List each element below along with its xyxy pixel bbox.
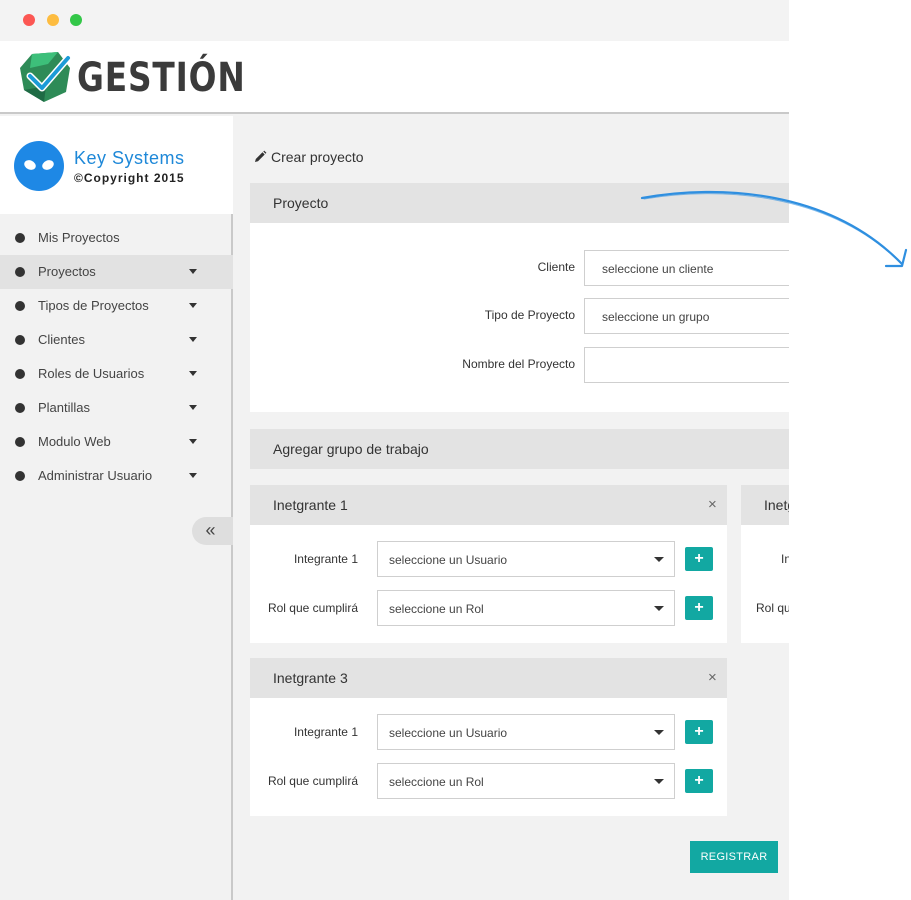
integrante-label: In <box>781 552 789 566</box>
tipo-proyecto-select-value: seleccione un grupo <box>602 310 710 324</box>
sidebar-item-label: Administrar Usuario <box>38 468 153 483</box>
sidebar-item-modulo-web[interactable]: Modulo Web <box>0 425 233 459</box>
sidebar-item-label: Plantillas <box>38 400 91 415</box>
usuario-select-value: seleccione un Usuario <box>389 726 508 740</box>
sidebar-item-label: Roles de Usuarios <box>38 366 145 381</box>
app-window: GESTIÓN Key Systems ©Copyright 2015 Mis … <box>0 0 789 900</box>
sidebar-item-administrar-usuario[interactable]: Administrar Usuario <box>0 459 233 493</box>
app-header: GESTIÓN <box>0 41 789 114</box>
close-icon[interactable]: × <box>708 496 717 513</box>
caret-down-icon <box>654 730 664 735</box>
tipo-proyecto-label: Tipo de Proyecto <box>484 308 575 322</box>
page-title-text: Crear proyecto <box>271 149 364 165</box>
integrante-card-header: Inetg <box>741 485 789 525</box>
card-title: Inetg <box>764 497 789 513</box>
section-title: Proyecto <box>273 195 329 211</box>
sidebar-item-label: Clientes <box>38 332 85 347</box>
caret-down-icon <box>189 337 197 342</box>
bullet-icon <box>15 335 25 345</box>
card-title: Inetgrante 3 <box>273 670 348 686</box>
integrante-card-body: Integrante 1 seleccione un Usuario + Rol… <box>250 698 727 816</box>
rol-select-value: seleccione un Rol <box>389 775 484 789</box>
sidebar-item-proyectos[interactable]: Proyectos <box>0 255 233 289</box>
rol-label: Rol que cumplirá <box>267 601 358 615</box>
close-window-button[interactable] <box>23 14 35 26</box>
sidebar: Key Systems ©Copyright 2015 Mis Proyecto… <box>0 116 233 900</box>
register-button[interactable]: REGISTRAR <box>690 841 778 873</box>
tipo-proyecto-select[interactable]: seleccione un grupo <box>584 298 789 334</box>
integrante-card-header: Inetgrante 1 × <box>250 485 727 525</box>
sidebar-item-clientes[interactable]: Clientes <box>0 323 233 357</box>
pencil-icon <box>255 150 267 162</box>
integrante-label: Integrante 1 <box>293 725 358 739</box>
usuario-select[interactable]: seleccione un Usuario <box>377 714 675 750</box>
brand-logo-icon <box>14 141 64 191</box>
add-usuario-button[interactable]: + <box>685 547 713 571</box>
bullet-icon <box>15 471 25 481</box>
integrante-label: Integrante 1 <box>293 552 358 566</box>
curved-arrow-icon <box>640 190 908 268</box>
rol-select[interactable]: seleccione un Rol <box>377 590 675 626</box>
bullet-icon <box>15 267 25 277</box>
sidebar-item-plantillas[interactable]: Plantillas <box>0 391 233 425</box>
add-usuario-button[interactable]: + <box>685 720 713 744</box>
logo-check-icon <box>20 52 72 102</box>
caret-down-icon <box>189 303 197 308</box>
caret-down-icon <box>654 557 664 562</box>
add-rol-button[interactable]: + <box>685 596 713 620</box>
sidebar-item-label: Mis Proyectos <box>38 230 120 245</box>
usuario-select[interactable]: seleccione un Usuario <box>377 541 675 577</box>
integrante-card-body: Integrante 1 seleccione un Usuario + Rol… <box>250 525 727 643</box>
rol-label: Rol qu <box>756 601 789 615</box>
card-title: Inetgrante 1 <box>273 497 348 513</box>
integrante-card-body: In Rol qu <box>741 525 789 643</box>
window-titlebar <box>0 0 789 41</box>
bullet-icon <box>15 301 25 311</box>
logo-wordmark: GESTIÓN <box>77 55 246 101</box>
sidebar-nav: Mis Proyectos Proyectos Tipos de Proyect… <box>0 221 233 493</box>
sidebar-item-roles-de-usuarios[interactable]: Roles de Usuarios <box>0 357 233 391</box>
caret-down-icon <box>189 473 197 478</box>
sidebar-item-label: Modulo Web <box>38 434 111 449</box>
collapse-sidebar-button[interactable]: « <box>192 517 233 545</box>
page-title: Crear proyecto <box>253 149 364 165</box>
sidebar-item-mis-proyectos[interactable]: Mis Proyectos <box>0 221 233 255</box>
caret-down-icon <box>189 269 197 274</box>
bullet-icon <box>15 369 25 379</box>
caret-down-icon <box>189 405 197 410</box>
sidebar-item-tipos-de-proyectos[interactable]: Tipos de Proyectos <box>0 289 233 323</box>
sidebar-item-label: Tipos de Proyectos <box>38 298 149 313</box>
nombre-proyecto-input[interactable] <box>584 347 789 383</box>
grupo-section-header: Agregar grupo de trabajo <box>250 429 789 469</box>
caret-down-icon <box>189 371 197 376</box>
caret-down-icon <box>654 606 664 611</box>
section-title: Agregar grupo de trabajo <box>273 441 429 457</box>
caret-down-icon <box>189 439 197 444</box>
minimize-window-button[interactable] <box>47 14 59 26</box>
add-rol-button[interactable]: + <box>685 769 713 793</box>
integrante-card-header: Inetgrante 3 × <box>250 658 727 698</box>
bullet-icon <box>15 233 25 243</box>
bullet-icon <box>15 437 25 447</box>
cliente-label: Cliente <box>537 260 575 274</box>
brand-name: Key Systems <box>74 148 185 168</box>
brand-block: Key Systems ©Copyright 2015 <box>0 116 233 214</box>
rol-select[interactable]: seleccione un Rol <box>377 763 675 799</box>
sidebar-item-label: Proyectos <box>38 264 96 279</box>
caret-down-icon <box>654 779 664 784</box>
usuario-select-value: seleccione un Usuario <box>389 553 508 567</box>
brand-copyright: ©Copyright 2015 <box>74 171 185 185</box>
nombre-proyecto-label: Nombre del Proyecto <box>462 357 575 371</box>
close-icon[interactable]: × <box>708 669 717 686</box>
bullet-icon <box>15 403 25 413</box>
maximize-window-button[interactable] <box>70 14 82 26</box>
rol-label: Rol que cumplirá <box>267 774 358 788</box>
rol-select-value: seleccione un Rol <box>389 602 484 616</box>
